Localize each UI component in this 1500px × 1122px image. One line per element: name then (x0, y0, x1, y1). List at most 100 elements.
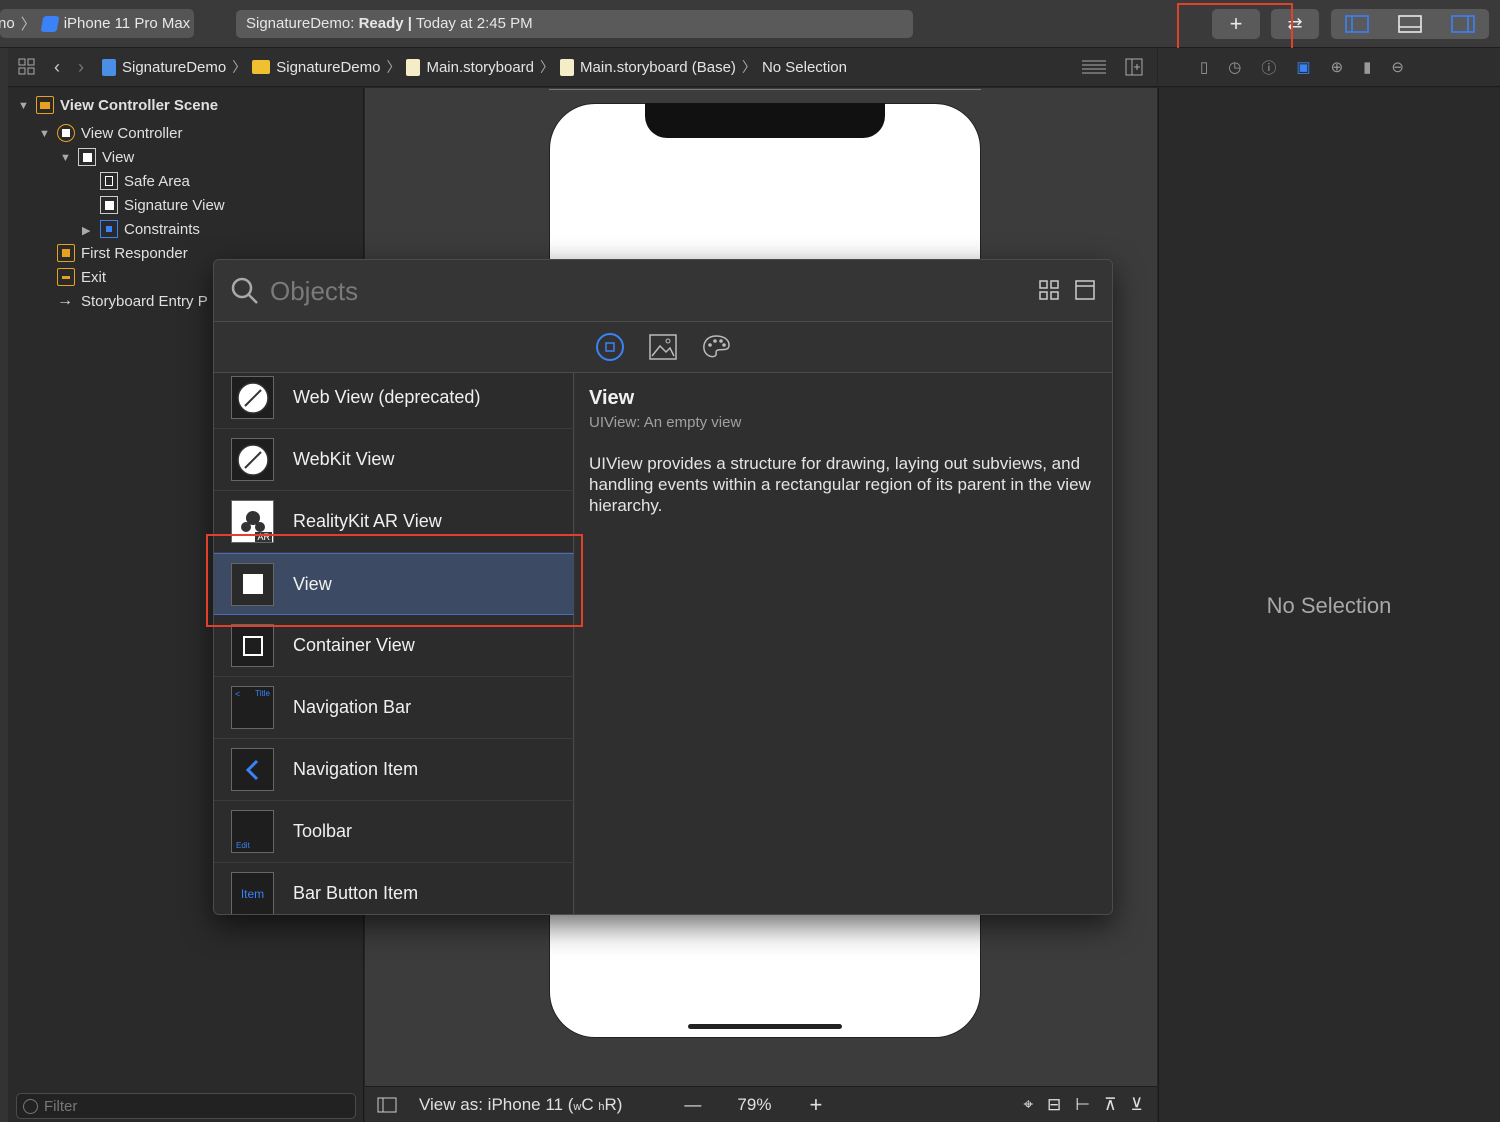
outline-filter-field[interactable]: Filter (16, 1093, 356, 1119)
detail-description: UIView provides a structure for drawing,… (589, 454, 1091, 515)
library-item[interactable]: Navigation Item (214, 739, 574, 801)
zoom-out-button[interactable]: — (684, 1095, 701, 1115)
scene-icon (36, 96, 54, 114)
chevron-right-icon: 〉 (540, 59, 555, 75)
disclosure-triangle-icon[interactable]: ▼ (60, 152, 71, 164)
toolbar-edit-glyph: Edit (236, 841, 250, 850)
outline-label: Storyboard Entry P (81, 292, 208, 310)
disclosure-triangle-icon[interactable]: ▼ (18, 100, 29, 112)
outline-item-safe-area[interactable]: Safe Area (100, 172, 190, 190)
crumb-label: No Selection (761, 58, 847, 76)
back-arrow-icon[interactable]: ‹ (54, 57, 60, 78)
bar-button-icon: Item (231, 872, 274, 914)
crumb-project[interactable]: SignatureDemo (102, 58, 226, 76)
outline-item-first-responder[interactable]: First Responder (57, 244, 188, 262)
resolve-issues-icon[interactable]: ⊼ (1104, 1095, 1116, 1115)
navbar-icon: < Title (231, 686, 274, 729)
toggle-debug-area-button[interactable] (1384, 9, 1437, 39)
library-item-label: RealityKit AR View (293, 511, 442, 531)
outline-item-view[interactable]: ▼ View (60, 148, 134, 166)
compass-icon (231, 376, 274, 419)
crumb-selection[interactable]: No Selection (762, 59, 847, 76)
jump-bar: ‹ › SignatureDemo 〉 SignatureDemo 〉 Main… (8, 48, 1157, 87)
outline-item-entry-point[interactable]: → Storyboard Entry P (57, 292, 208, 310)
outline-label: Constraints (124, 220, 200, 238)
help-inspector-icon[interactable]: ⓘ (1261, 57, 1276, 78)
chevron-right-icon: 〉 (20, 16, 36, 33)
navbar-back-glyph: < (235, 689, 241, 699)
media-tab-icon[interactable] (649, 334, 677, 360)
list-view-icon[interactable] (1075, 280, 1095, 300)
file-inspector-icon[interactable]: ▯ (1200, 58, 1208, 76)
outline-item-scene[interactable]: ▼ View Controller Scene (18, 96, 218, 114)
left-panel-icon (1345, 15, 1370, 33)
constraints-icon (100, 220, 118, 238)
history-inspector-icon[interactable]: ◷ (1228, 58, 1241, 76)
editor-options-icon[interactable] (1081, 58, 1107, 76)
crumb-storyboard[interactable]: Main.storyboard (406, 58, 534, 76)
align-icon[interactable]: ⊟ (1047, 1095, 1061, 1115)
crumb-label: SignatureDemo (276, 58, 381, 76)
right-panel-icon (1450, 15, 1475, 33)
exit-icon (57, 268, 75, 286)
project-file-icon (102, 58, 116, 76)
bottom-panel-icon (1398, 15, 1422, 33)
library-item[interactable]: Web View (deprecated) (214, 367, 574, 429)
device-name: iPhone 11 Pro Max (63, 15, 191, 32)
connections-inspector-icon[interactable]: ⊖ (1391, 58, 1404, 76)
toggle-navigator-button[interactable] (1331, 9, 1384, 39)
color-palette-tab-icon[interactable] (702, 334, 730, 360)
bar-item-glyph: Item (240, 886, 265, 901)
toggle-inspector-button[interactable] (1436, 9, 1489, 39)
crumb-folder[interactable]: SignatureDemo (252, 59, 380, 76)
update-frames-icon[interactable]: ⌖ (1023, 1095, 1033, 1115)
library-item[interactable]: < Title Navigation Bar (214, 677, 574, 739)
filter-placeholder: Filter (44, 1097, 78, 1115)
library-item[interactable]: Edit Toolbar (214, 801, 574, 863)
view-as-button[interactable]: View as: iPhone 11 (wC hR) (419, 1095, 622, 1115)
add-constraints-icon[interactable]: ⊢ (1075, 1095, 1090, 1115)
detail-subtitle: UIView: An empty view (589, 414, 742, 431)
scene-top-edge (549, 86, 981, 90)
library-item-label: Navigation Item (293, 759, 419, 779)
status-state: Ready (358, 15, 404, 32)
disclosure-triangle-icon[interactable]: ▼ (39, 128, 50, 140)
outline-item-view-controller[interactable]: ▼ View Controller (39, 124, 182, 142)
outline-label: First Responder (81, 244, 188, 262)
outline-item-exit[interactable]: Exit (57, 268, 106, 286)
inspector-tabs: ▯ ◷ ⓘ ▣ ⊕ ▮ ⊖ (1158, 48, 1500, 87)
library-item[interactable]: WebKit View (214, 429, 574, 491)
layout-toggle-group (1331, 9, 1489, 39)
zoom-in-button[interactable]: + (809, 1092, 822, 1118)
container-icon (231, 624, 274, 667)
view-as-label: View as: iPhone 11 ( (419, 1094, 574, 1114)
library-item-label: Container View (293, 635, 415, 655)
device-notch (645, 103, 885, 138)
disclosure-triangle-icon[interactable]: ▶ (82, 224, 92, 237)
scheme-selector[interactable]: no 〉 iPhone 11 Pro Max (0, 9, 194, 38)
identity-inspector-icon[interactable]: ▣ (1296, 58, 1310, 76)
embed-in-icon[interactable]: ⊻ (1131, 1095, 1143, 1115)
outline-label: View (102, 148, 135, 166)
scheme-name: no (0, 15, 15, 32)
toggle-outline-icon[interactable] (377, 1097, 397, 1113)
grid-view-icon[interactable] (1039, 280, 1059, 300)
library-category-tabs (214, 322, 1112, 373)
library-item-label: Web View (deprecated) (293, 387, 481, 407)
outline-item-signature-view[interactable]: Signature View (100, 196, 225, 214)
size-inspector-icon[interactable]: ▮ (1363, 58, 1371, 76)
canvas-bottom-bar: View as: iPhone 11 (wC hR) — 79% + ⌖ ⊟ ⊢… (365, 1086, 1157, 1122)
attributes-inspector-icon[interactable]: ⊕ (1331, 58, 1344, 76)
library-item[interactable]: Item Bar Button Item (214, 863, 574, 914)
add-editor-icon[interactable] (1125, 58, 1143, 76)
zoom-level[interactable]: 79% (737, 1095, 771, 1115)
folder-icon (252, 60, 271, 74)
related-items-icon[interactable] (18, 58, 36, 76)
crumb-storyboard-base[interactable]: Main.storyboard (Base) (560, 58, 736, 76)
status-app: SignatureDemo: (246, 15, 355, 32)
forward-arrow-icon[interactable]: › (78, 57, 84, 78)
outline-item-constraints[interactable]: ▶ Constraints (82, 220, 200, 238)
library-search-input[interactable] (270, 274, 1010, 308)
objects-tab-icon[interactable] (595, 332, 625, 362)
library-item-label: Bar Button Item (293, 883, 419, 903)
